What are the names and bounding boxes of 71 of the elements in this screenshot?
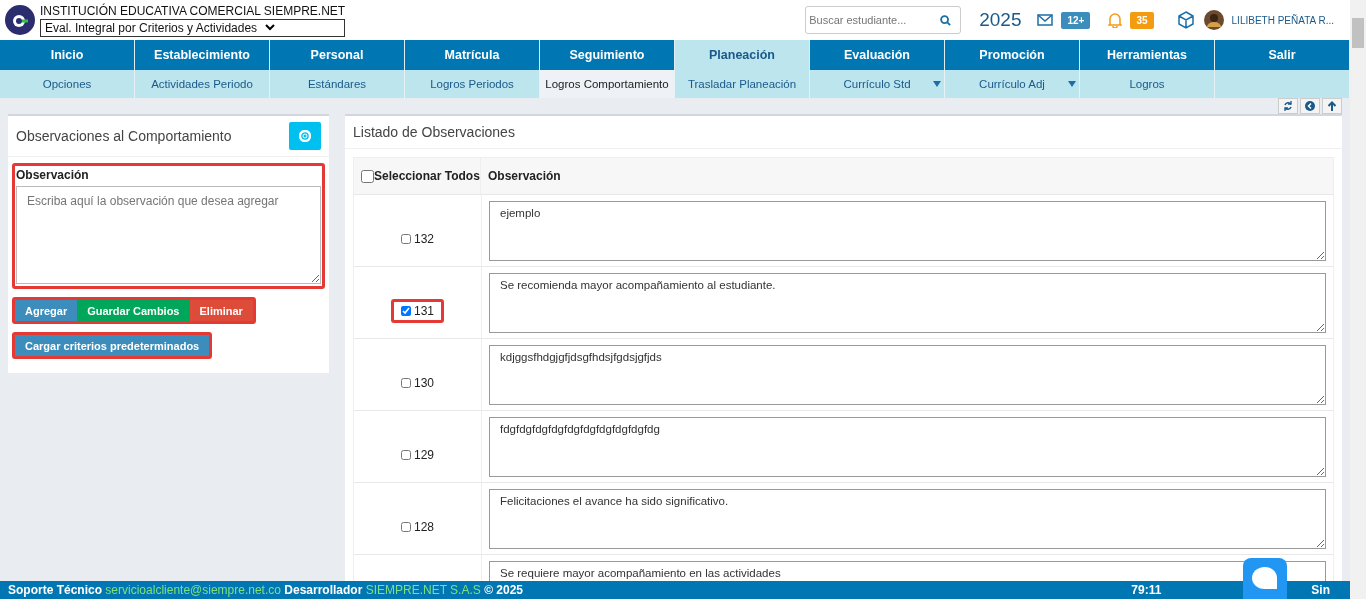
mail-icon[interactable]	[1037, 14, 1054, 26]
back-button[interactable]	[1300, 98, 1320, 114]
chevron-icon	[265, 24, 276, 31]
chat-button[interactable]	[1243, 558, 1287, 599]
submenu-tab[interactable]: Logros Comportamiento	[540, 70, 675, 98]
menu-tab[interactable]: Promoción	[945, 40, 1080, 70]
menu-tab[interactable]: Seguimiento	[540, 40, 675, 70]
submenu-tab[interactable]: Actividades Periodo	[135, 70, 270, 98]
menu-tab[interactable]: Herramientas	[1080, 40, 1215, 70]
footer-brand: Sin	[1311, 583, 1330, 597]
year-label: 2025	[979, 9, 1022, 31]
session-timer: 79:11	[1131, 583, 1162, 597]
message-count-badge: 12+	[1061, 11, 1091, 29]
row-checkbox[interactable]	[401, 521, 411, 532]
institution-name: INSTITUCIÓN EDUCATIVA COMERCIAL SIEMPRE.NET	[40, 3, 346, 18]
submenu-tab[interactable]: Currículo Adj	[945, 70, 1080, 98]
menu-tab[interactable]: Salir	[1215, 40, 1350, 70]
scroll-top-button[interactable]	[1322, 98, 1342, 114]
search-icon[interactable]	[940, 15, 952, 26]
row-number: 132	[414, 231, 434, 246]
search-field[interactable]: Buscar estudiante...	[805, 6, 962, 34]
add-button[interactable]: Agregar	[15, 300, 78, 321]
submenu-tab[interactable]: Logros Periodos	[405, 70, 540, 98]
logo-icon	[5, 5, 35, 35]
submenu-tab[interactable]: Estándares	[270, 70, 405, 98]
row-number: 131	[414, 303, 434, 318]
observation-text-field[interactable]: Se recomienda mayor acompañamiento al estudiante.	[489, 273, 1326, 333]
avatar-icon[interactable]	[1203, 10, 1224, 30]
back-icon	[1305, 101, 1315, 111]
scrollbar[interactable]	[1350, 0, 1366, 599]
menu-tab[interactable]: Planeación	[675, 40, 810, 70]
panel-title: Listado de Observaciones	[353, 124, 515, 140]
save-button[interactable]: Guardar Cambios	[77, 300, 190, 321]
notification-count-badge: 35	[1130, 11, 1154, 29]
speech-bubble-icon	[1251, 565, 1279, 592]
observation-text-field[interactable]: Felicitaciones el avance ha sido significativo.	[489, 489, 1326, 549]
arrow-up-icon	[1327, 101, 1337, 111]
row-checkbox[interactable]	[401, 305, 411, 316]
menu-tab[interactable]: Personal	[270, 40, 405, 70]
cube-icon[interactable]	[1175, 10, 1196, 30]
refresh-button[interactable]	[1278, 98, 1298, 114]
delete-button[interactable]: Eliminar	[189, 300, 253, 321]
observation-text-field[interactable]: ejemplo	[489, 201, 1326, 261]
footer-credits: Soporte Técnico servicioalcliente@siempre.net.co Desarrollador SIEMPRE.NET S.A.S © 2025	[8, 583, 524, 597]
row-checkbox[interactable]	[401, 233, 411, 244]
menu-tab[interactable]: Evaluación	[810, 40, 945, 70]
row-number: 129	[414, 447, 434, 462]
row-checkbox[interactable]	[401, 449, 411, 460]
menu-tab[interactable]: Inicio	[0, 40, 135, 70]
row-number: 130	[414, 375, 434, 390]
mode-select[interactable]: Eval. Integral por Criterios y Actividades	[40, 18, 346, 37]
observation-field[interactable]: Escriba aquí la observación que desea agregar	[16, 186, 321, 284]
row-number: 128	[414, 519, 434, 534]
field-label: Observación	[16, 168, 90, 182]
column-header: Seleccionar Todos	[374, 169, 480, 183]
submenu-tab[interactable]: Opciones	[0, 70, 135, 98]
load-criteria-button[interactable]: Cargar criterios predeterminados	[15, 335, 210, 356]
menu-tab[interactable]: Matrícula	[405, 40, 540, 70]
observation-text-field[interactable]: kdjggsfhdgjgfjdsgfhdsjfgdsjgfjds	[489, 345, 1326, 405]
submenu-tab[interactable]: Trasladar Planeación	[675, 70, 810, 98]
row-checkbox[interactable]	[401, 377, 411, 388]
submenu-tab[interactable]: Logros	[1080, 70, 1215, 98]
column-header: Observación	[488, 169, 561, 183]
refresh-icon	[1283, 101, 1293, 111]
submenu-tab[interactable]: Currículo Std	[810, 70, 945, 98]
observation-text-field[interactable]: fdgfdgfdgfdgfdgfdgfdgfdgfdgfdg	[489, 417, 1326, 477]
menu-tab[interactable]: Establecimiento	[135, 40, 270, 70]
lifebuoy-icon	[299, 130, 311, 142]
user-name[interactable]: LILIBETH PEÑATA R...	[1231, 14, 1334, 26]
panel-title: Observaciones al Comportamiento	[16, 128, 232, 144]
select-all-checkbox[interactable]	[361, 169, 374, 183]
